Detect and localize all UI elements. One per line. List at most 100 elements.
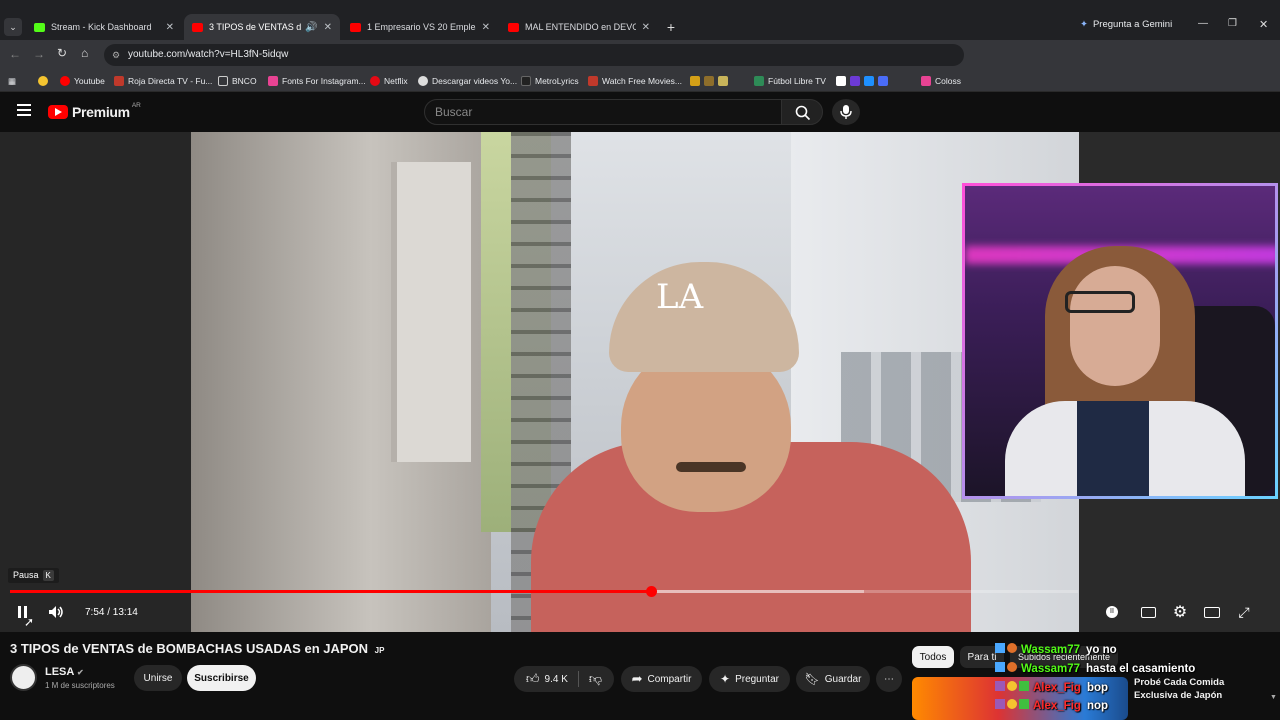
minimize-button[interactable]: —: [1198, 18, 1208, 29]
close-tab-icon[interactable]: ✕: [324, 22, 332, 33]
bookmark-futbol-libre[interactable]: Fútbol Libre TV: [754, 74, 826, 88]
bookmark-emoji[interactable]: [38, 74, 52, 88]
more-actions-button[interactable]: ⋯: [876, 666, 902, 692]
video-person-cap: [609, 262, 799, 372]
like-dislike-group: 👍︎ 9.4 K 👎︎: [514, 666, 614, 692]
folder-icon: [218, 76, 228, 86]
home-icon[interactable]: ⌂: [81, 46, 88, 60]
roja-directa-icon: [114, 76, 124, 86]
browser-tab-strip: ⌄ Stream - Kick Dashboard ✕ 3 TIPOS de V…: [0, 0, 1280, 40]
bookmark-watch-movies[interactable]: Watch Free Movies...: [588, 74, 682, 88]
bookmark-descargar[interactable]: Descargar videos Yo...: [418, 74, 517, 88]
netflix-icon: [370, 76, 380, 86]
bookmark-netflix[interactable]: Netflix: [370, 74, 408, 88]
autoplay-toggle[interactable]: II: [1102, 604, 1122, 620]
subscribe-button[interactable]: Suscribirse: [187, 665, 256, 691]
chat-message: Alex_Fig nop: [995, 699, 1108, 712]
webcam-overlay: [962, 183, 1278, 499]
new-tab-button[interactable]: +: [662, 18, 680, 36]
voice-search-button[interactable]: [832, 99, 860, 125]
bookmark-extra-icons[interactable]: [836, 74, 892, 88]
video-cap-logo: LA: [656, 277, 704, 317]
gemini-button[interactable]: ✦ Pregunta a Gemini: [1080, 19, 1172, 30]
chat-badges-icon: [1007, 662, 1017, 672]
bookmark-roja-directa[interactable]: Roja Directa TV - Fu...: [114, 74, 212, 88]
played-bar: [10, 590, 651, 593]
forward-icon[interactable]: →: [33, 47, 45, 61]
chat-badges-icon: [1007, 699, 1017, 709]
pause-tooltip: Pausa K: [8, 568, 59, 583]
bookmark-fonts[interactable]: Fonts For Instagram...: [268, 74, 366, 88]
search-input[interactable]: Buscar: [424, 99, 782, 125]
video-player[interactable]: LA Pausa K ➚ 7:54 / 13:14 II ⚙ ⤢: [0, 132, 1280, 632]
back-icon[interactable]: ←: [9, 47, 21, 61]
chip-todos[interactable]: Todos: [912, 646, 954, 668]
thumbs-down-icon: 👎︎: [588, 671, 603, 686]
settings-button[interactable]: ⚙: [1170, 602, 1190, 622]
restore-button[interactable]: ❐: [1228, 18, 1237, 29]
metrolyrics-icon: [521, 76, 531, 86]
stream-chat-overlay: Wassam77 yo no Wassam77 hasta el casamient…: [995, 640, 1280, 720]
reload-icon[interactable]: ↻: [57, 46, 67, 60]
webcam-face: [1070, 266, 1160, 386]
tab-search-button[interactable]: ⌄: [4, 18, 22, 36]
coloss-icon: [921, 76, 931, 86]
chat-message: Alex_Fig bop: [995, 681, 1108, 694]
chat-message: Wassam77 hasta el casamiento: [995, 662, 1195, 675]
fullscreen-button[interactable]: ⤢: [1234, 602, 1254, 622]
channel-name[interactable]: LESA ✔: [45, 666, 84, 678]
chat-badges-icon: [1019, 681, 1029, 691]
tab-youtube-video[interactable]: 3 TIPOS de VENTAS de BOM 🔊 ✕: [184, 14, 340, 40]
gemini-icon: ✦: [1080, 19, 1088, 30]
youtube-premium-logo[interactable]: Premium AR: [48, 102, 141, 120]
more-icon: ⋯: [884, 673, 894, 685]
chat-badges-icon: [1019, 699, 1029, 709]
close-tab-icon[interactable]: ✕: [166, 22, 174, 33]
close-window-button[interactable]: ✕: [1259, 18, 1268, 31]
share-button[interactable]: ➦ Compartir: [621, 666, 702, 692]
volume-button[interactable]: [46, 602, 66, 622]
tab-devoto[interactable]: MAL ENTENDIDO en DEVOTO | ✕: [500, 14, 658, 40]
bookmark-misc-icons[interactable]: [690, 74, 732, 88]
subscriber-count: 1 M de suscriptores: [45, 681, 115, 690]
dislike-button[interactable]: 👎︎: [579, 671, 602, 687]
save-button[interactable]: 🔖︎ Guardar: [796, 666, 870, 692]
close-tab-icon[interactable]: ✕: [642, 22, 650, 33]
ask-button[interactable]: ✦ Preguntar: [709, 666, 790, 692]
bookmark-coloss[interactable]: Coloss: [921, 74, 961, 88]
tab-kick-dashboard[interactable]: Stream - Kick Dashboard ✕: [26, 14, 182, 40]
share-icon: ➦: [631, 671, 643, 686]
volume-icon: [49, 606, 63, 618]
menu-icon[interactable]: [17, 104, 31, 116]
tab-empresario[interactable]: 1 Empresario VS 20 Empleados ✕: [342, 14, 498, 40]
bookmark-bnco[interactable]: BNCO: [218, 74, 257, 88]
video-balcony: [391, 162, 471, 462]
progress-bar[interactable]: [10, 586, 1078, 597]
microphone-icon: [840, 105, 852, 119]
close-tab-icon[interactable]: ✕: [482, 22, 490, 33]
youtube-icon: [60, 76, 70, 86]
subtitles-icon: [1140, 606, 1156, 618]
theater-mode-button[interactable]: [1202, 604, 1222, 620]
subtitles-button[interactable]: [1138, 604, 1158, 620]
bookmark-youtube[interactable]: Youtube: [60, 74, 105, 88]
video-frame[interactable]: LA: [191, 132, 1079, 632]
apps-icon[interactable]: ▦: [8, 74, 16, 88]
webcam-jacket: [1005, 401, 1245, 496]
channel-avatar[interactable]: [10, 664, 37, 691]
scrubber-handle[interactable]: [645, 586, 657, 597]
like-button[interactable]: 👍︎ 9.4 K: [526, 671, 579, 687]
chat-badges-icon: [995, 662, 1005, 672]
speaker-icon[interactable]: 🔊: [305, 22, 317, 33]
join-button[interactable]: Unirse: [134, 665, 182, 691]
chat-badges-icon: [1007, 681, 1017, 691]
youtube-play-logo-icon: [48, 105, 68, 119]
search-button[interactable]: [781, 99, 823, 125]
url-input[interactable]: ⚙ youtube.com/watch?v=HL3fN-5idqw: [104, 44, 964, 66]
verified-icon: ✔: [77, 668, 84, 677]
site-info-icon[interactable]: ⚙: [112, 44, 120, 66]
bookmark-metrolyrics[interactable]: MetroLyrics: [521, 74, 579, 88]
time-display: 7:54 / 13:14: [85, 606, 138, 618]
bookmarks-bar: ▦ Youtube Roja Directa TV - Fu... BNCO F…: [0, 70, 1280, 92]
chat-badges-icon: [995, 681, 1005, 691]
